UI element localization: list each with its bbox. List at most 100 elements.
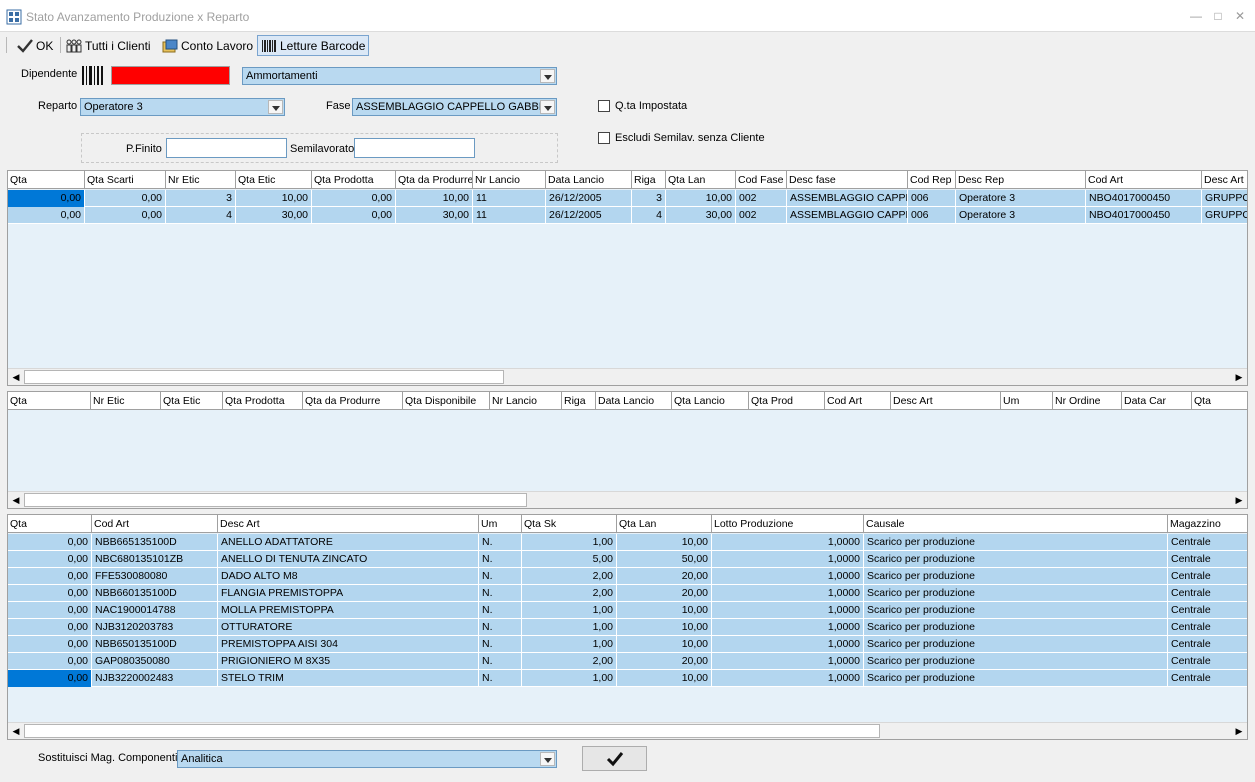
table-row[interactable]: 0,00 NBC680135101ZB ANELLO DI TENUTA ZINCA… — [8, 551, 1247, 568]
cell[interactable]: 1,0000 — [712, 619, 864, 636]
col-header[interactable]: Qta da Produrre — [396, 171, 473, 189]
col-header[interactable]: Qta Lan — [617, 515, 712, 533]
table-row[interactable]: 0,00 0,00 3 10,00 0,00 10,00 11 26/12/20… — [8, 190, 1247, 207]
col-header[interactable]: Nr Ordine — [1053, 392, 1122, 410]
cell[interactable]: 1,00 — [522, 602, 617, 619]
cell[interactable]: 10,00 — [236, 190, 312, 207]
cell[interactable]: DADO ALTO M8 — [218, 568, 479, 585]
chevron-down-icon[interactable] — [540, 752, 555, 766]
cell[interactable]: 0,00 — [8, 190, 85, 207]
col-header[interactable]: Qta Etic — [161, 392, 223, 410]
cell[interactable]: 4 — [632, 207, 666, 224]
table-row[interactable]: 0,00 NBB660135100D FLANGIA PREMISTOPPA N. 2,… — [8, 585, 1247, 602]
cell[interactable]: Scarico per produzione — [864, 670, 1168, 687]
cell[interactable]: Scarico per produzione — [864, 619, 1168, 636]
cell[interactable]: 0,00 — [85, 190, 166, 207]
cell[interactable]: STELO TRIM — [218, 670, 479, 687]
cell[interactable]: ASSEMBLAGGIO CAPPELLO GABBIA — [787, 190, 908, 207]
cell[interactable]: N. — [479, 602, 522, 619]
table-row[interactable]: 0,00 GAP080350080 PRIGIONIERO M 8X35 N. 2,00… — [8, 653, 1247, 670]
cell[interactable]: Centrale — [1168, 619, 1247, 636]
col-header[interactable]: Qta Prodotta — [312, 171, 396, 189]
col-header[interactable]: Causale — [864, 515, 1168, 533]
col-header[interactable]: Qta Lan — [666, 171, 736, 189]
cell[interactable]: NAC1900014788 — [92, 602, 218, 619]
cell[interactable]: OTTURATORE — [218, 619, 479, 636]
cell[interactable]: 0,00 — [8, 670, 92, 687]
cell[interactable]: 002 — [736, 190, 787, 207]
close-icon[interactable]: ✕ — [1232, 8, 1248, 24]
cell[interactable]: N. — [479, 534, 522, 551]
barcode-scan-icon[interactable] — [82, 66, 104, 85]
col-header[interactable]: Qta Scarti — [85, 171, 166, 189]
col-header[interactable]: Cod Rep — [908, 171, 956, 189]
fase-combo[interactable]: ASSEMBLAGGIO CAPPELLO GABBIA — [352, 98, 557, 116]
horizontal-scrollbar[interactable]: ◀ ▶ — [8, 368, 1247, 385]
cell[interactable]: 006 — [908, 190, 956, 207]
col-header[interactable]: Riga — [562, 392, 596, 410]
chevron-down-icon[interactable] — [268, 100, 283, 114]
scroll-left-icon[interactable]: ◀ — [8, 492, 24, 508]
minimize-icon[interactable]: — — [1188, 8, 1204, 24]
cell[interactable]: 1,0000 — [712, 534, 864, 551]
table-row[interactable]: 0,00 NJB3220002483 STELO TRIM N. 1,00 10,00 1,… — [8, 670, 1247, 687]
cell[interactable]: 4 — [166, 207, 236, 224]
dipendente-combo[interactable]: Ammortamenti — [242, 67, 557, 85]
cell[interactable]: Scarico per produzione — [864, 653, 1168, 670]
cell[interactable]: 0,00 — [8, 653, 92, 670]
dipendente-code-field[interactable] — [111, 66, 230, 85]
col-header[interactable]: Riga — [632, 171, 666, 189]
cell[interactable]: 10,00 — [666, 190, 736, 207]
table-row[interactable]: 0,00 FFE530080080 DADO ALTO M8 N. 2,00 20,00 1… — [8, 568, 1247, 585]
cell[interactable]: N. — [479, 551, 522, 568]
horizontal-scrollbar[interactable]: ◀ ▶ — [8, 491, 1247, 508]
scroll-left-icon[interactable]: ◀ — [8, 369, 24, 385]
col-header[interactable]: Nr Lancio — [490, 392, 562, 410]
cell[interactable]: 1,00 — [522, 534, 617, 551]
cell[interactable]: 0,00 — [8, 585, 92, 602]
cell[interactable]: NBB650135100D — [92, 636, 218, 653]
cell[interactable]: 11 — [473, 207, 546, 224]
col-header[interactable]: Cod Art — [1086, 171, 1202, 189]
cell[interactable]: 2,00 — [522, 653, 617, 670]
cell[interactable]: FLANGIA PREMISTOPPA — [218, 585, 479, 602]
cell[interactable]: NBB660135100D — [92, 585, 218, 602]
col-header[interactable]: Um — [1001, 392, 1053, 410]
cell[interactable]: 0,00 — [85, 207, 166, 224]
cell[interactable]: 10,00 — [617, 619, 712, 636]
col-header[interactable]: Data Lancio — [596, 392, 672, 410]
cell[interactable]: N. — [479, 619, 522, 636]
scroll-right-icon[interactable]: ▶ — [1231, 492, 1247, 508]
cell[interactable]: Scarico per produzione — [864, 602, 1168, 619]
col-header[interactable]: Qta — [8, 392, 91, 410]
col-header[interactable]: Data Lancio — [546, 171, 632, 189]
cell[interactable]: ANELLO DI TENUTA ZINCATO — [218, 551, 479, 568]
cell[interactable]: GRUPPO — [1202, 190, 1247, 207]
semilavorato-field[interactable] — [354, 138, 475, 158]
cell[interactable]: 1,00 — [522, 619, 617, 636]
cell[interactable]: Operatore 3 — [956, 207, 1086, 224]
cell[interactable]: 20,00 — [617, 568, 712, 585]
cell[interactable]: 50,00 — [617, 551, 712, 568]
cell[interactable]: NBC680135101ZB — [92, 551, 218, 568]
scroll-right-icon[interactable]: ▶ — [1231, 369, 1247, 385]
cell[interactable]: 0,00 — [312, 190, 396, 207]
cell[interactable]: 10,00 — [617, 670, 712, 687]
cell[interactable]: 11 — [473, 190, 546, 207]
escludi-semilav-checkbox[interactable] — [598, 132, 610, 144]
cell[interactable]: 0,00 — [8, 619, 92, 636]
cell[interactable]: Centrale — [1168, 670, 1247, 687]
col-header[interactable]: Qta Disponibile — [403, 392, 490, 410]
cell[interactable]: N. — [479, 585, 522, 602]
reparto-combo[interactable]: Operatore 3 — [80, 98, 285, 116]
grid-production-orders[interactable]: Qta Qta Scarti Nr Etic Qta Etic Qta Prod… — [7, 170, 1248, 386]
cell[interactable]: NBO4017000450 — [1086, 207, 1202, 224]
scroll-right-icon[interactable]: ▶ — [1231, 723, 1247, 739]
col-header[interactable]: Desc Art — [1202, 171, 1247, 189]
cell[interactable]: Centrale — [1168, 602, 1247, 619]
scroll-thumb[interactable] — [24, 493, 527, 507]
cell[interactable]: 0,00 — [312, 207, 396, 224]
table-row[interactable]: 0,00 NBB665135100D ANELLO ADATTATORE N. 1,00… — [8, 534, 1247, 551]
col-header[interactable]: Um — [479, 515, 522, 533]
cell[interactable]: 20,00 — [617, 653, 712, 670]
